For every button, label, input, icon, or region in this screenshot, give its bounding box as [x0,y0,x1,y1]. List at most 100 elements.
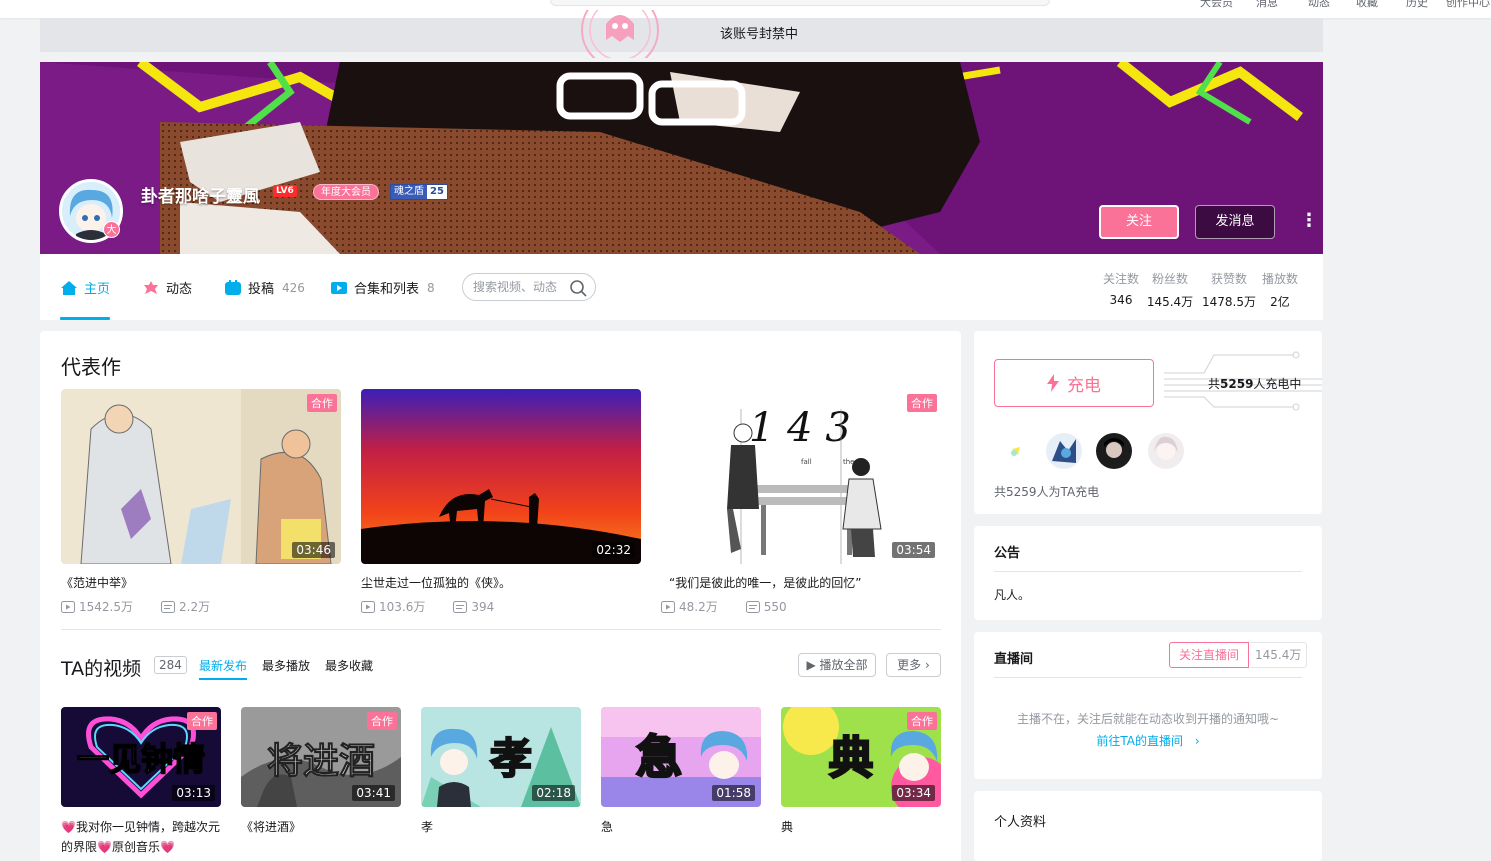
stat-fans-label: 粉丝数 [1151,272,1188,286]
video-title[interactable]: 《将进酒》 [241,817,401,837]
coop-tag: 合作 [187,712,217,730]
video-title[interactable]: 孝 [421,817,581,837]
svg-text:the: the [843,458,855,466]
coop-tag: 合作 [907,712,937,730]
play-count: 1542.5万 [61,598,133,615]
tab-collections-label: 合集和列表 [354,282,420,297]
video-meta: 48.2万 550 [661,598,941,615]
header-nav-messages[interactable]: 消息 [1256,0,1278,10]
representative-video[interactable]: 02:32 尘世走过一位孤独的《侠》。 103.6万 394 [361,389,641,615]
stat-following-value: 346 [1109,293,1133,307]
header-nav-dynamics[interactable]: 动态 [1308,0,1330,10]
danmaku-count: 550 [745,600,787,614]
sort-most-played[interactable]: 最多播放 [262,657,310,674]
search-icon[interactable] [569,279,587,297]
play-all-button[interactable]: ▶ 播放全部 [798,653,876,677]
section-divider [61,629,941,630]
video-title[interactable]: 💗我对你一见钟情，跨越次元的界限💗原创音乐💗 [61,817,221,857]
banned-notice-bar: 该账号封禁中 [40,10,1323,58]
video-duration: 03:41 [352,785,395,801]
representative-video[interactable]: 1 4 3 fall the 合作 03:54 “我们是彼此的唯一，是彼此的回忆… [661,389,941,615]
card-divider [994,677,1302,678]
charger-avatar[interactable] [1096,433,1132,469]
level-badge: LV6 [273,185,297,197]
stat-likes-value: 1478.5万 [1202,295,1256,309]
header-nav-vip[interactable]: 大会员 [1200,0,1233,10]
dynamics-icon [144,280,158,294]
video-cover[interactable]: 一见钟情 合作 03:13 [61,707,221,807]
video-duration: 02:32 [592,542,635,558]
video-title[interactable]: 《范进中举》 [61,574,341,591]
stat-plays-label: 播放数 [1261,272,1298,286]
video-title[interactable]: 急 [601,817,761,837]
more-options-icon[interactable]: ⋮ [1300,212,1318,232]
live-follow-count: 145.4万 [1250,642,1308,668]
video-meta: 1542.5万 2.2万 [61,598,341,615]
live-room-card: 直播间 关注直播间 145.4万 主播不在，关注后就能在动态收到开播的通知哦~ … [974,632,1322,779]
sort-newest[interactable]: 最新发布 [199,657,247,674]
more-label: 更多 [897,658,922,672]
vip-badge[interactable]: 年度大会员 [313,184,379,200]
tab-dynamics[interactable]: 动态 [142,278,192,297]
sort-most-favorited[interactable]: 最多收藏 [325,657,373,674]
follow-button[interactable]: 关注 [1099,205,1179,239]
tab-uploads-label: 投稿 [248,282,275,297]
video-title[interactable]: “我们是彼此的唯一，是彼此的回忆” [661,574,941,591]
banned-notice-text: 该账号封禁中 [720,27,799,42]
video-cover[interactable]: 急 01:58 [601,707,761,807]
charger-avatar[interactable] [998,433,1034,469]
follow-live-button[interactable]: 关注直播间 [1169,642,1250,668]
header-nav-creator[interactable]: 创作中心 [1446,0,1490,10]
charge-card: 充电 共5259人充电中 共5259人为TA充电 [974,331,1322,514]
video-duration: 03:46 [292,542,335,558]
send-message-button[interactable]: 发消息 [1195,205,1275,239]
tab-uploads[interactable]: 投稿 426 [224,278,305,297]
video-card[interactable]: 急 01:58 急 [601,707,761,837]
charger-avatar[interactable] [1148,433,1184,469]
svg-text:fall: fall [801,458,812,466]
representative-video[interactable]: 合作 03:46 《范进中举》 1542.5万 2.2万 [61,389,341,615]
go-to-live-room-link[interactable]: 前往TA的直播间 › [974,732,1322,749]
video-cover[interactable]: 孝 02:18 [421,707,581,807]
video-card[interactable]: 孝 02:18 孝 [421,707,581,837]
play-all-label: 播放全部 [819,658,868,672]
video-cover[interactable]: 1 4 3 fall the 合作 03:54 [661,389,941,564]
profile-search-input[interactable]: 搜索视频、动态 [462,273,596,301]
coop-tag: 合作 [307,394,337,412]
video-title[interactable]: 尘世走过一位孤独的《侠》。 [361,574,641,591]
active-tab-indicator [60,317,110,320]
header-nav-history[interactable]: 历史 [1406,0,1428,10]
video-cover[interactable]: 02:32 [361,389,641,564]
play-count-icon [661,600,675,613]
stat-fans[interactable]: 粉丝数 145.4万 [1144,270,1196,310]
tab-dynamics-label: 动态 [166,282,193,297]
video-title[interactable]: 典 [781,817,941,837]
tab-collections[interactable]: 合集和列表 8 [330,278,435,297]
fan-medal[interactable]: 魂之盾 25 [390,184,448,200]
charge-button[interactable]: 充电 [994,359,1154,407]
danmaku-icon [453,600,468,613]
video-cover[interactable]: 合作 03:46 [61,389,341,564]
cover-text: 典 [829,733,873,784]
danmaku-icon [161,600,175,613]
more-videos-button[interactable]: 更多 › [886,653,941,677]
tab-collections-count: 8 [427,280,435,295]
uploads-icon [225,279,241,295]
charger-avatar[interactable] [1046,433,1082,469]
video-card[interactable]: 一见钟情 合作 03:13 💗我对你一见钟情，跨越次元的界限💗原创音乐💗 [61,707,221,857]
header-search-input[interactable] [550,0,1050,6]
stat-following[interactable]: 关注数 346 [1095,270,1147,307]
video-card[interactable]: 典 合作 03:34 典 [781,707,941,837]
video-card[interactable]: 将进酒 合作 03:41 《将进酒》 [241,707,401,837]
banned-ghost-icon [580,10,660,58]
personal-info-title: 个人资料 [994,815,1047,830]
tab-uploads-count: 426 [282,280,305,295]
profile-nav: 主页 动态 投稿 426 合集和列表 8 搜索视频、动态 关注数 346 粉丝数… [40,254,1323,320]
video-cover[interactable]: 典 合作 03:34 [781,707,941,807]
video-cover[interactable]: 将进酒 合作 03:41 [241,707,401,807]
cover-text: 急 [636,730,682,784]
tab-home[interactable]: 主页 [60,278,110,297]
header-nav-favorites[interactable]: 收藏 [1356,0,1378,10]
notice-text: 凡人。 [994,588,1031,602]
stat-likes-label: 获赞数 [1210,272,1247,286]
